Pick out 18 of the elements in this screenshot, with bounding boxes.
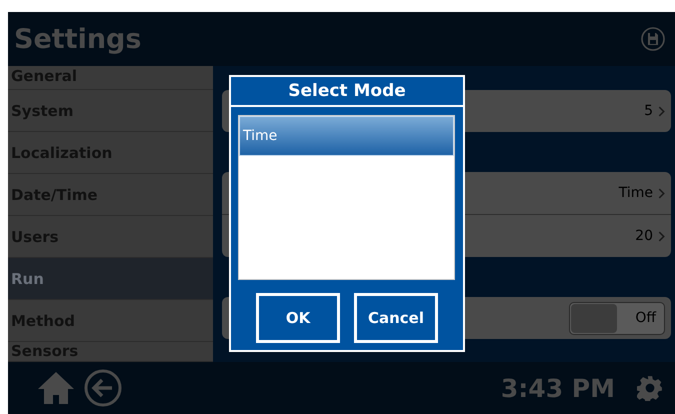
screen-title: Settings	[14, 24, 142, 54]
toggle-switch[interactable]: Off	[569, 302, 665, 334]
chevron-icon	[658, 106, 665, 116]
dialog-title: Select Mode	[231, 77, 463, 107]
ok-button[interactable]: OK	[256, 293, 340, 343]
sidebar-item[interactable]: Run	[8, 258, 213, 300]
setting-value[interactable]: 5	[644, 103, 653, 119]
list-option[interactable]: Time	[239, 116, 454, 156]
chevron-icon	[658, 188, 665, 198]
save-icon[interactable]	[641, 27, 665, 51]
back-icon[interactable]	[84, 369, 122, 407]
setting-value[interactable]: Time	[618, 185, 653, 201]
chevron-icon	[658, 230, 665, 242]
settings-icon[interactable]	[637, 375, 663, 401]
cancel-button[interactable]: Cancel	[354, 293, 438, 343]
setting-value[interactable]: 20	[635, 228, 653, 244]
clock-time: 3:43 PM	[500, 374, 615, 402]
home-icon[interactable]	[36, 370, 76, 406]
